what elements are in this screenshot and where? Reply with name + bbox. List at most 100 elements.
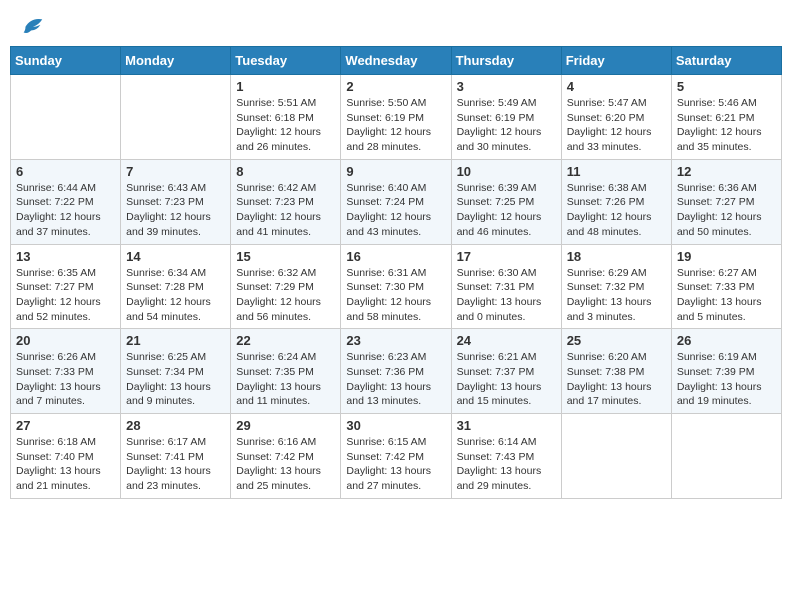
day-info: Sunrise: 6:16 AM Sunset: 7:42 PM Dayligh… [236, 435, 335, 494]
day-info: Sunrise: 6:36 AM Sunset: 7:27 PM Dayligh… [677, 181, 776, 240]
day-number: 18 [567, 249, 666, 264]
calendar-cell [11, 75, 121, 160]
day-number: 8 [236, 164, 335, 179]
day-header-wednesday: Wednesday [341, 47, 451, 75]
calendar-cell: 12 Sunrise: 6:36 AM Sunset: 7:27 PM Dayli… [671, 159, 781, 244]
calendar-cell: 10 Sunrise: 6:39 AM Sunset: 7:25 PM Dayli… [451, 159, 561, 244]
day-number: 15 [236, 249, 335, 264]
calendar-cell: 28Sunrise: 6:17 AM Sunset: 7:41 PM Dayli… [121, 414, 231, 499]
day-info: Sunrise: 6:34 AM Sunset: 7:28 PM Dayligh… [126, 266, 225, 325]
day-info: Sunrise: 6:39 AM Sunset: 7:25 PM Dayligh… [457, 181, 556, 240]
calendar-cell: 5 Sunrise: 5:46 AM Sunset: 6:21 PM Daylig… [671, 75, 781, 160]
day-header-saturday: Saturday [671, 47, 781, 75]
day-number: 3 [457, 79, 556, 94]
day-info: Sunrise: 6:30 AM Sunset: 7:31 PM Dayligh… [457, 266, 556, 325]
day-info: Sunrise: 6:21 AM Sunset: 7:37 PM Dayligh… [457, 350, 556, 409]
calendar-cell: 30 Sunrise: 6:15 AM Sunset: 7:42 PM Dayli… [341, 414, 451, 499]
calendar-cell: 15 Sunrise: 6:32 AM Sunset: 7:29 PM Dayli… [231, 244, 341, 329]
calendar-cell: 9 Sunrise: 6:40 AM Sunset: 7:24 PM Daylig… [341, 159, 451, 244]
day-number: 31 [457, 418, 556, 433]
day-info: Sunrise: 6:24 AM Sunset: 7:35 PM Dayligh… [236, 350, 335, 409]
day-number: 4 [567, 79, 666, 94]
calendar-cell [561, 414, 671, 499]
header [10, 10, 782, 38]
calendar-cell: 21 Sunrise: 6:25 AM Sunset: 7:34 PM Dayli… [121, 329, 231, 414]
day-info: Sunrise: 5:50 AM Sunset: 6:19 PM Dayligh… [346, 96, 445, 155]
calendar-cell: 24Sunrise: 6:21 AM Sunset: 7:37 PM Dayli… [451, 329, 561, 414]
calendar-cell: 19Sunrise: 6:27 AM Sunset: 7:33 PM Dayli… [671, 244, 781, 329]
day-info: Sunrise: 5:47 AM Sunset: 6:20 PM Dayligh… [567, 96, 666, 155]
day-info: Sunrise: 6:43 AM Sunset: 7:23 PM Dayligh… [126, 181, 225, 240]
day-header-friday: Friday [561, 47, 671, 75]
calendar-cell: 7 Sunrise: 6:43 AM Sunset: 7:23 PM Daylig… [121, 159, 231, 244]
day-info: Sunrise: 6:40 AM Sunset: 7:24 PM Dayligh… [346, 181, 445, 240]
day-info: Sunrise: 6:44 AM Sunset: 7:22 PM Dayligh… [16, 181, 115, 240]
day-info: Sunrise: 6:23 AM Sunset: 7:36 PM Dayligh… [346, 350, 445, 409]
calendar-cell: 6 Sunrise: 6:44 AM Sunset: 7:22 PM Daylig… [11, 159, 121, 244]
days-header-row: SundayMondayTuesdayWednesdayThursdayFrid… [11, 47, 782, 75]
calendar-cell: 22 Sunrise: 6:24 AM Sunset: 7:35 PM Dayli… [231, 329, 341, 414]
day-number: 27 [16, 418, 115, 433]
day-info: Sunrise: 6:42 AM Sunset: 7:23 PM Dayligh… [236, 181, 335, 240]
day-info: Sunrise: 6:17 AM Sunset: 7:41 PM Dayligh… [126, 435, 225, 494]
calendar-cell: 23 Sunrise: 6:23 AM Sunset: 7:36 PM Dayli… [341, 329, 451, 414]
calendar-cell [121, 75, 231, 160]
week-row-4: 20Sunrise: 6:26 AM Sunset: 7:33 PM Dayli… [11, 329, 782, 414]
day-info: Sunrise: 6:27 AM Sunset: 7:33 PM Dayligh… [677, 266, 776, 325]
calendar-cell: 31 Sunrise: 6:14 AM Sunset: 7:43 PM Dayli… [451, 414, 561, 499]
day-number: 21 [126, 333, 225, 348]
day-number: 7 [126, 164, 225, 179]
calendar-cell: 20Sunrise: 6:26 AM Sunset: 7:33 PM Dayli… [11, 329, 121, 414]
logo-bird-icon [18, 10, 46, 38]
day-number: 22 [236, 333, 335, 348]
week-row-5: 27 Sunrise: 6:18 AM Sunset: 7:40 PM Dayli… [11, 414, 782, 499]
day-info: Sunrise: 5:46 AM Sunset: 6:21 PM Dayligh… [677, 96, 776, 155]
day-header-tuesday: Tuesday [231, 47, 341, 75]
day-info: Sunrise: 6:32 AM Sunset: 7:29 PM Dayligh… [236, 266, 335, 325]
calendar-cell: 11Sunrise: 6:38 AM Sunset: 7:26 PM Dayli… [561, 159, 671, 244]
calendar-cell: 3 Sunrise: 5:49 AM Sunset: 6:19 PM Daylig… [451, 75, 561, 160]
day-number: 14 [126, 249, 225, 264]
day-number: 17 [457, 249, 556, 264]
day-number: 10 [457, 164, 556, 179]
day-number: 5 [677, 79, 776, 94]
week-row-2: 6 Sunrise: 6:44 AM Sunset: 7:22 PM Daylig… [11, 159, 782, 244]
day-number: 13 [16, 249, 115, 264]
day-number: 29 [236, 418, 335, 433]
day-header-monday: Monday [121, 47, 231, 75]
calendar-cell: 4 Sunrise: 5:47 AM Sunset: 6:20 PM Daylig… [561, 75, 671, 160]
day-info: Sunrise: 6:20 AM Sunset: 7:38 PM Dayligh… [567, 350, 666, 409]
day-info: Sunrise: 6:15 AM Sunset: 7:42 PM Dayligh… [346, 435, 445, 494]
day-number: 16 [346, 249, 445, 264]
day-info: Sunrise: 6:31 AM Sunset: 7:30 PM Dayligh… [346, 266, 445, 325]
day-info: Sunrise: 6:25 AM Sunset: 7:34 PM Dayligh… [126, 350, 225, 409]
day-info: Sunrise: 6:18 AM Sunset: 7:40 PM Dayligh… [16, 435, 115, 494]
day-header-sunday: Sunday [11, 47, 121, 75]
calendar-cell: 13Sunrise: 6:35 AM Sunset: 7:27 PM Dayli… [11, 244, 121, 329]
day-number: 2 [346, 79, 445, 94]
day-number: 6 [16, 164, 115, 179]
day-info: Sunrise: 5:49 AM Sunset: 6:19 PM Dayligh… [457, 96, 556, 155]
calendar-cell: 1Sunrise: 5:51 AM Sunset: 6:18 PM Daylig… [231, 75, 341, 160]
day-number: 1 [236, 79, 335, 94]
day-number: 20 [16, 333, 115, 348]
calendar-cell: 17 Sunrise: 6:30 AM Sunset: 7:31 PM Dayli… [451, 244, 561, 329]
day-header-thursday: Thursday [451, 47, 561, 75]
day-info: Sunrise: 6:14 AM Sunset: 7:43 PM Dayligh… [457, 435, 556, 494]
calendar-cell: 14 Sunrise: 6:34 AM Sunset: 7:28 PM Dayli… [121, 244, 231, 329]
day-number: 25 [567, 333, 666, 348]
day-number: 9 [346, 164, 445, 179]
calendar-table: SundayMondayTuesdayWednesdayThursdayFrid… [10, 46, 782, 499]
day-number: 26 [677, 333, 776, 348]
week-row-3: 13Sunrise: 6:35 AM Sunset: 7:27 PM Dayli… [11, 244, 782, 329]
calendar-cell [671, 414, 781, 499]
day-info: Sunrise: 6:38 AM Sunset: 7:26 PM Dayligh… [567, 181, 666, 240]
week-row-1: 1Sunrise: 5:51 AM Sunset: 6:18 PM Daylig… [11, 75, 782, 160]
calendar-cell: 27 Sunrise: 6:18 AM Sunset: 7:40 PM Dayli… [11, 414, 121, 499]
day-number: 23 [346, 333, 445, 348]
calendar-cell: 8 Sunrise: 6:42 AM Sunset: 7:23 PM Daylig… [231, 159, 341, 244]
day-number: 12 [677, 164, 776, 179]
calendar-cell: 18Sunrise: 6:29 AM Sunset: 7:32 PM Dayli… [561, 244, 671, 329]
logo [14, 10, 46, 38]
day-number: 30 [346, 418, 445, 433]
